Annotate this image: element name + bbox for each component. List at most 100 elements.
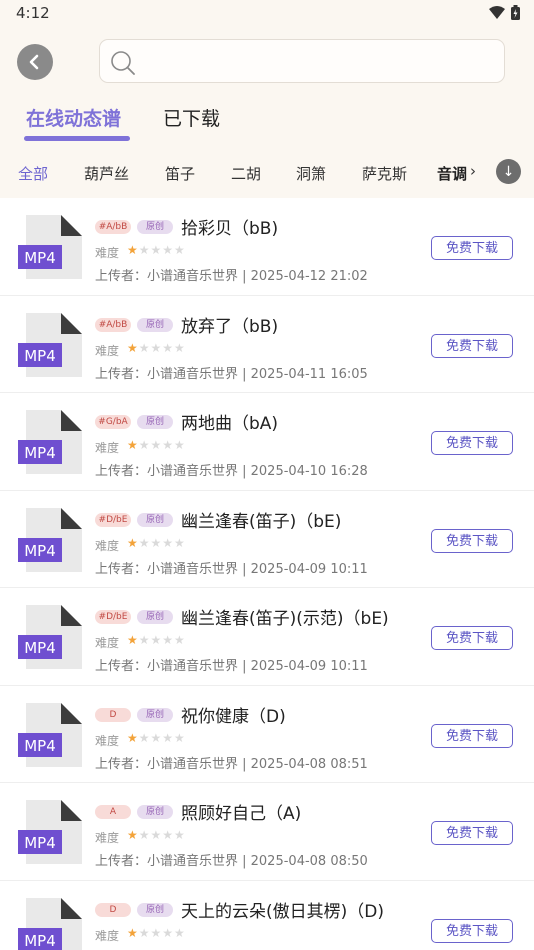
uploader-info: 上传者：小谱通音乐世界 | 2025-04-11 16:05: [95, 366, 368, 382]
difficulty-stars: ★★★★★: [127, 730, 186, 745]
key-badge: D: [95, 707, 131, 722]
free-download-button[interactable]: 免费下载: [431, 236, 513, 260]
status-bar: 4:12: [0, 0, 534, 28]
original-badge: 原创: [137, 707, 173, 722]
key-badge: #D/bE: [95, 512, 131, 527]
file-type-label: MP4: [24, 542, 56, 560]
original-badge: 原创: [137, 805, 173, 819]
status-time: 4:12: [16, 4, 50, 22]
file-type-label: MP4: [24, 444, 56, 462]
uploader-info: 上传者：小谱通音乐世界 | 2025-04-09 10:11: [95, 659, 368, 674]
difficulty-stars: ★★★★★: [127, 925, 186, 940]
file-type-label: MP4: [24, 932, 56, 950]
file-type-label: MP4: [24, 249, 56, 267]
mp4-file-icon: MP4: [18, 800, 82, 864]
key-badge: A: [95, 805, 131, 819]
key-badge: #D/bE: [95, 610, 131, 624]
list-item[interactable]: MP4 D 原创 祝你健康（D) 难度 ★★★★★ 上传者：小谱通音乐世界 | 2025-0…: [0, 686, 534, 783]
free-download-button[interactable]: 免费下载: [431, 918, 513, 943]
uploader-info: 上传者：小谱通音乐世界 | 2025-04-08 08:51: [95, 756, 368, 772]
mp4-file-icon: MP4: [18, 702, 82, 767]
difficulty-stars: ★★★★★: [127, 535, 186, 550]
free-download-button[interactable]: 免费下载: [431, 821, 513, 845]
key-badge: #A/bB: [95, 317, 131, 332]
difficulty-stars: ★★★★★: [127, 438, 186, 452]
file-type-label: MP4: [24, 639, 56, 657]
search-icon: [111, 51, 135, 75]
category-erhu[interactable]: 二胡: [231, 163, 261, 184]
key-badge: #A/bB: [95, 220, 131, 234]
difficulty-label: 难度: [95, 246, 120, 260]
difficulty-stars: ★★★★★: [127, 633, 186, 647]
list-item[interactable]: MP4 A 原创 照顾好自己（A) 难度 ★★★★★ 上传者：小谱通音乐世界 | 2025-…: [0, 783, 534, 881]
chevron-right-icon[interactable]: ›: [470, 162, 476, 180]
list-item[interactable]: MP4 D 原创 天上的云朵(傲日其楞)（D) 难度 ★★★★★ 免费下载: [0, 881, 534, 950]
search-box[interactable]: [99, 39, 505, 83]
difficulty-stars: ★★★★★: [127, 243, 186, 257]
category-all[interactable]: 全部: [18, 163, 48, 184]
free-download-button[interactable]: 免费下载: [431, 626, 513, 650]
wifi-icon: [489, 5, 505, 19]
original-badge: 原创: [137, 220, 173, 234]
song-title[interactable]: 天上的云朵(傲日其楞)（D): [181, 897, 384, 922]
tab-downloaded[interactable]: 已下载: [163, 104, 220, 131]
file-type-label: MP4: [24, 347, 56, 365]
mp4-file-icon: MP4: [18, 410, 82, 474]
song-title[interactable]: 幽兰逢春(笛子)（bE): [181, 507, 341, 532]
song-list: MP4 #A/bB 原创 拾彩贝（bB) 难度 ★★★★★ 上传者：小谱通音乐世界 | 20…: [0, 198, 534, 950]
free-download-button[interactable]: 免费下载: [431, 431, 513, 455]
status-icons: [489, 5, 520, 20]
list-item[interactable]: MP4 #A/bB 原创 放弃了（bB) 难度 ★★★★★ 上传者：小谱通音乐世界 | 20…: [0, 296, 534, 393]
original-badge: 原创: [137, 610, 173, 624]
tab-online-scores[interactable]: 在线动态谱: [26, 104, 121, 131]
song-title[interactable]: 放弃了（bB): [181, 312, 278, 337]
original-badge: 原创: [137, 317, 173, 332]
song-title[interactable]: 祝你健康（D): [181, 702, 286, 727]
uploader-info: 上传者：小谱通音乐世界 | 2025-04-10 16:28: [95, 464, 368, 479]
list-item[interactable]: MP4 #D/bE 原创 幽兰逢春(笛子)(示范)（bE) 难度 ★★★★★ 上传者：小谱通…: [0, 588, 534, 686]
original-badge: 原创: [137, 512, 173, 527]
category-dongxiao[interactable]: 洞箫: [296, 163, 326, 184]
mp4-file-icon: MP4: [18, 897, 82, 950]
original-badge: 原创: [137, 415, 173, 429]
free-download-button[interactable]: 免费下载: [431, 528, 513, 553]
song-title[interactable]: 两地曲（bA): [181, 409, 278, 434]
category-bar: 全部 葫芦丝 笛子 二胡 洞箫 萨克斯 音调 › ↓: [0, 150, 534, 194]
list-item[interactable]: MP4 #D/bE 原创 幽兰逢春(笛子)（bE) 难度 ★★★★★ 上传者：小谱通音乐世界…: [0, 491, 534, 588]
difficulty-label: 难度: [95, 538, 120, 553]
free-download-button[interactable]: 免费下载: [431, 333, 513, 358]
search-input[interactable]: [140, 48, 494, 76]
file-type-label: MP4: [24, 834, 56, 852]
difficulty-stars: ★★★★★: [127, 828, 186, 842]
back-button[interactable]: [17, 44, 53, 80]
category-hulusi[interactable]: 葫芦丝: [84, 163, 129, 184]
difficulty-label: 难度: [95, 636, 120, 650]
download-arrow-icon[interactable]: ↓: [496, 159, 521, 184]
mp4-file-icon: MP4: [18, 507, 82, 572]
key-badge: D: [95, 902, 131, 917]
header: [0, 28, 534, 98]
uploader-info: 上传者：小谱通音乐世界 | 2025-04-08 08:50: [95, 854, 368, 869]
mp4-file-icon: MP4: [18, 312, 82, 377]
category-dizi[interactable]: 笛子: [165, 163, 195, 184]
category-saxophone[interactable]: 萨克斯: [362, 163, 407, 184]
song-title[interactable]: 照顾好自己（A): [181, 799, 301, 824]
song-title[interactable]: 拾彩贝（bB): [181, 214, 278, 239]
uploader-info: 上传者：小谱通音乐世界 | 2025-04-12 21:02: [95, 269, 368, 284]
difficulty-label: 难度: [95, 928, 120, 943]
original-badge: 原创: [137, 902, 173, 917]
mp4-file-icon: MP4: [18, 215, 82, 279]
active-tab-indicator: [24, 136, 130, 141]
key-badge: #G/bA: [95, 415, 131, 429]
category-key[interactable]: 音调: [437, 163, 467, 184]
song-title[interactable]: 幽兰逢春(笛子)(示范)（bE): [181, 604, 389, 629]
free-download-button[interactable]: 免费下载: [431, 723, 513, 748]
list-item[interactable]: MP4 #G/bA 原创 两地曲（bA) 难度 ★★★★★ 上传者：小谱通音乐世界 | 20…: [0, 393, 534, 491]
list-item[interactable]: MP4 #A/bB 原创 拾彩贝（bB) 难度 ★★★★★ 上传者：小谱通音乐世界 | 20…: [0, 198, 534, 296]
difficulty-label: 难度: [95, 441, 120, 455]
difficulty-stars: ★★★★★: [127, 340, 186, 355]
chevron-left-icon: [29, 54, 39, 70]
file-type-label: MP4: [24, 737, 56, 755]
difficulty-label: 难度: [95, 343, 120, 358]
difficulty-label: 难度: [95, 733, 120, 748]
